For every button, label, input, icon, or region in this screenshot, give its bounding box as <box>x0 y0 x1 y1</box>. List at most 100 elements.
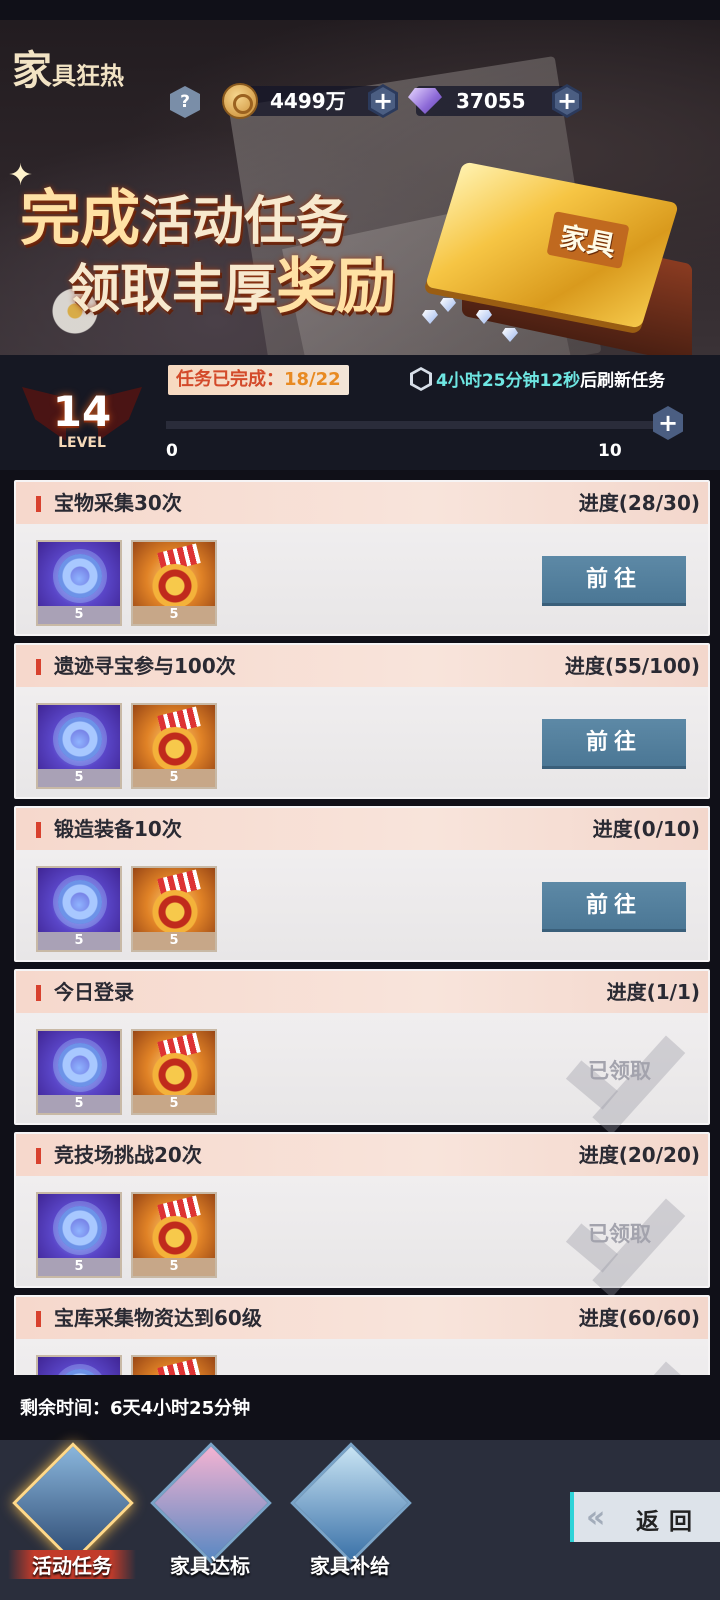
task-progress: 进度(0/10) <box>592 817 700 841</box>
level-number: 14 <box>52 387 112 436</box>
reward-medal-item[interactable]: 5 <box>131 1192 217 1278</box>
task-card: 宝物采集30次 进度(28/30) 5 5 前往 <box>14 480 710 636</box>
go-button[interactable]: 前往 <box>542 556 686 606</box>
gear-icon <box>58 1369 102 1375</box>
gear-icon <box>58 1206 102 1250</box>
tab-furniture-supply[interactable]: 家具补给 <box>286 1440 414 1580</box>
headline-2-rest: 领取丰厚 <box>68 259 277 320</box>
reward-gear-item[interactable]: 5 <box>36 540 122 626</box>
reward-gear-item[interactable] <box>36 1355 122 1375</box>
help-button[interactable]: ? <box>170 86 200 118</box>
task-body: 5 5 已领取 <box>16 1013 708 1123</box>
level-add-button[interactable]: + <box>653 406 683 440</box>
tab-event-tasks-label: 活动任务 <box>8 1550 136 1579</box>
reward-medal-item[interactable] <box>131 1355 217 1375</box>
go-button[interactable]: 前往 <box>542 719 686 769</box>
medal-icon <box>151 1216 199 1260</box>
gear-icon <box>58 554 102 598</box>
reward-medal-item[interactable]: 5 <box>131 866 217 952</box>
medal-ribbon-icon <box>157 1358 201 1375</box>
reward-medal-item[interactable]: 5 <box>131 703 217 789</box>
gear-icon <box>58 1043 102 1087</box>
task-card: 今日登录 进度(1/1) 5 5 已领取 <box>14 969 710 1125</box>
task-marker <box>36 659 41 675</box>
gem-amount: 37055 <box>456 89 526 113</box>
level-label: LEVEL <box>58 435 106 451</box>
task-title: 锻造装备10次 <box>54 817 182 841</box>
gem-currency: 37055 + <box>408 84 582 118</box>
tasks-completed: 任务已完成：18/22 <box>168 365 349 395</box>
refresh-suffix: 后刷新任务 <box>580 371 666 391</box>
task-progress: 进度(1/1) <box>606 980 700 1004</box>
gold-currency: 4499万 + <box>222 83 398 119</box>
task-list[interactable]: 宝物采集30次 进度(28/30) 5 5 前往 遗迹寻宝参与100次 进度(5… <box>14 480 710 1375</box>
reward-gear-item[interactable]: 5 <box>36 703 122 789</box>
remaining-time: 剩余时间：6天4小时25分钟 <box>20 1394 250 1420</box>
diamond-decoration <box>502 328 518 342</box>
tab-event-tasks[interactable]: 活动任务 <box>8 1440 136 1580</box>
task-title: 宝物采集30次 <box>54 491 182 515</box>
tab-furniture-supply-label: 家具补给 <box>310 1554 390 1578</box>
level-badge: 14 LEVEL <box>22 375 142 455</box>
logo-main-char: 家 <box>12 47 52 94</box>
task-header: 锻造装备10次 进度(0/10) <box>16 808 708 850</box>
task-body: 5 5 前往 <box>16 687 708 797</box>
reward-gear-item[interactable]: 5 <box>36 1029 122 1115</box>
task-title: 宝库采集物资达到60级 <box>54 1306 262 1330</box>
reward-gear-item[interactable]: 5 <box>36 866 122 952</box>
furniture-goal-icon <box>150 1442 272 1564</box>
level-progress-track <box>166 421 656 429</box>
reward-count: 5 <box>133 769 215 787</box>
reward-medal-item[interactable]: 5 <box>131 540 217 626</box>
task-header: 遗迹寻宝参与100次 进度(55/100) <box>16 645 708 687</box>
double-chevron-left-icon: « <box>586 1500 606 1535</box>
medal-icon <box>151 1053 199 1097</box>
task-header: 宝物采集30次 进度(28/30) <box>16 482 708 524</box>
headline-line-2: 领取丰厚奖励 <box>68 238 396 325</box>
claimed-label: 已领取 <box>588 1222 651 1246</box>
progress-min-label: 0 <box>166 441 178 461</box>
task-card: 遗迹寻宝参与100次 进度(55/100) 5 5 前往 <box>14 643 710 799</box>
event-tasks-icon <box>12 1442 134 1564</box>
task-body <box>16 1339 708 1375</box>
furniture-supply-icon <box>290 1442 412 1564</box>
tab-furniture-goal-label: 家具达标 <box>170 1554 250 1578</box>
event-banner: 家具狂热 ? 4499万 + 37055 + ✦ 完成活动任务 领取丰厚奖励 家… <box>0 20 720 355</box>
task-card: 锻造装备10次 进度(0/10) 5 5 前往 <box>14 806 710 962</box>
claimed-label: 已领取 <box>588 1059 651 1083</box>
add-gem-button[interactable]: + <box>552 84 582 118</box>
tasks-completed-value: 18/22 <box>284 369 341 390</box>
headline-2-emphasis: 奖励 <box>276 252 397 322</box>
remaining-time-value: 6天4小时25分钟 <box>110 1398 251 1419</box>
refresh-time: 4小时25分钟12秒 <box>436 371 581 391</box>
task-marker <box>36 822 41 838</box>
task-body: 5 5 前往 <box>16 524 708 634</box>
remaining-time-label: 剩余时间： <box>20 1398 110 1419</box>
task-card: 竞技场挑战20次 进度(20/20) 5 5 已领取 <box>14 1132 710 1288</box>
reward-count: 5 <box>38 606 120 624</box>
task-marker <box>36 985 41 1001</box>
task-marker <box>36 1311 41 1327</box>
checkmark-icon <box>564 1347 684 1375</box>
medal-icon <box>151 727 199 771</box>
task-header: 竞技场挑战20次 进度(20/20) <box>16 1134 708 1176</box>
task-progress: 进度(55/100) <box>564 654 700 678</box>
medal-icon <box>151 890 199 934</box>
tab-furniture-goal[interactable]: 家具达标 <box>146 1440 274 1580</box>
reward-count: 5 <box>38 769 120 787</box>
back-button[interactable]: « 返回 <box>570 1492 720 1542</box>
task-marker <box>36 1148 41 1164</box>
reward-medal-item[interactable]: 5 <box>131 1029 217 1115</box>
medal-icon <box>151 564 199 608</box>
refresh-timer: 4小时25分钟12秒后刷新任务 <box>410 367 665 394</box>
gear-icon <box>58 717 102 761</box>
gold-coin-icon <box>222 83 258 119</box>
level-progress-bar: 14 LEVEL 任务已完成：18/22 4小时25分钟12秒后刷新任务 0 1… <box>0 355 720 470</box>
reward-gear-item[interactable]: 5 <box>36 1192 122 1278</box>
gold-amount: 4499万 <box>270 89 346 113</box>
task-body: 5 5 已领取 <box>16 1176 708 1286</box>
task-progress: 进度(28/30) <box>578 491 700 515</box>
go-button[interactable]: 前往 <box>542 882 686 932</box>
task-marker <box>36 496 41 512</box>
diamond-decoration <box>440 298 456 312</box>
